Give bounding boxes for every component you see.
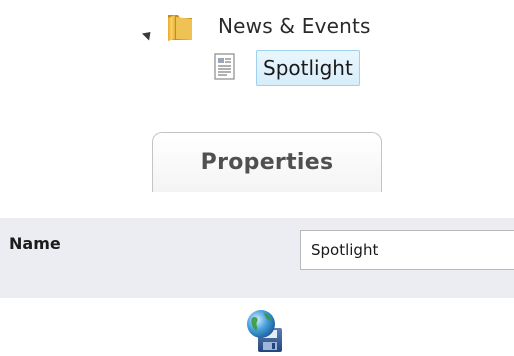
tree-item-label: Spotlight bbox=[263, 56, 353, 80]
properties-editor: News & Events Spotlight Properties Name bbox=[0, 0, 514, 356]
tree-item-spotlight[interactable]: Spotlight bbox=[256, 50, 360, 86]
globe-save-icon[interactable] bbox=[244, 306, 284, 354]
expanded-arrow-icon[interactable] bbox=[141, 28, 155, 41]
page-icon bbox=[214, 53, 235, 80]
property-row-name: Name bbox=[0, 218, 514, 298]
tab-properties[interactable]: Properties bbox=[152, 132, 382, 192]
folder-label[interactable]: News & Events bbox=[218, 14, 371, 38]
folder-icon bbox=[168, 15, 192, 41]
name-field[interactable] bbox=[300, 230, 514, 270]
tab-properties-label: Properties bbox=[200, 150, 334, 175]
name-label: Name bbox=[9, 234, 61, 253]
